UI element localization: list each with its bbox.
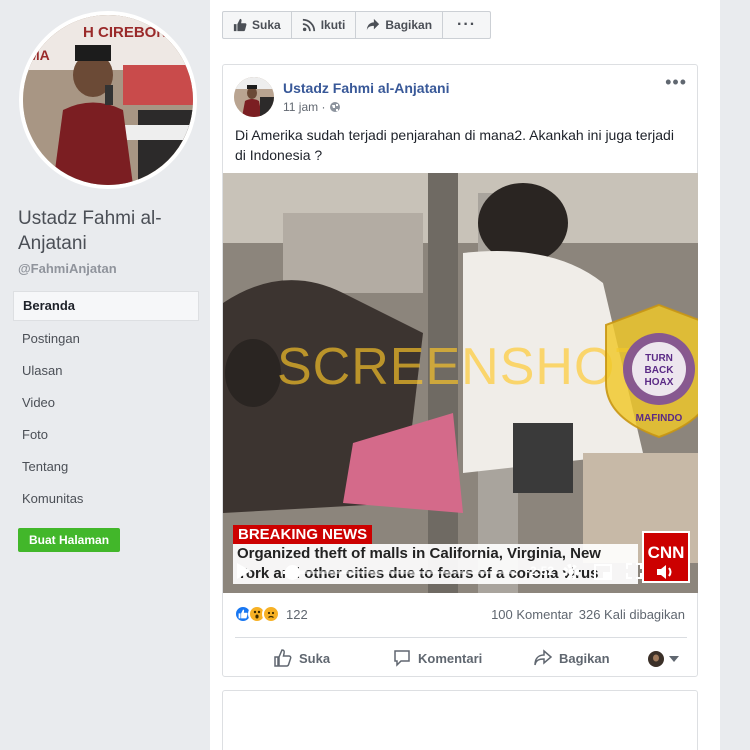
comment-bubble-icon [394,650,410,667]
page-follow-button[interactable]: Ikuti [292,12,357,38]
picture-in-picture-icon[interactable] [593,562,613,582]
post-card: Ustadz Fahmi al-Anjatani 11 jam · ••• Di… [222,64,698,677]
post-timestamp[interactable]: 11 jam · [283,100,325,114]
svg-text:MA: MA [28,47,50,63]
svg-text:BACK: BACK [645,365,675,376]
rss-icon [302,18,315,32]
caret-down-icon [669,656,679,662]
main-feed: Suka Ikuti Bagikan ··· Ustadz Fahmi al-A… [210,0,720,750]
nav-item-video[interactable]: Video [13,387,199,419]
page-like-button[interactable]: Suka [223,12,292,38]
page-avatar-icon [648,651,664,667]
post-video[interactable]: SCREENSHOT BY TURN BACK HOAX MAFINDO BRE… [223,173,698,593]
audience-selector[interactable] [647,650,679,668]
post-text: Di Amerika sudah terjadi penjarahan di m… [235,127,674,163]
post-author-name[interactable]: Ustadz Fahmi al-Anjatani [283,80,449,96]
video-scrubber-handle[interactable] [285,565,301,580]
nav-item-ulasan[interactable]: Ulasan [13,355,199,387]
post-author-avatar[interactable] [234,77,274,117]
nav-item-foto[interactable]: Foto [13,419,199,451]
svg-text:TURN: TURN [645,353,673,364]
fullscreen-icon[interactable] [625,562,643,580]
page-like-label: Suka [252,18,281,32]
reaction-summary[interactable]: 122 [234,605,308,623]
reaction-count: 122 [286,606,308,622]
globe-icon [330,102,341,112]
nav-item-tentang[interactable]: Tentang [13,451,199,483]
post-like-label: Suka [299,650,331,666]
svg-text:MAFINDO: MAFINDO [636,413,683,424]
comment-count[interactable]: 100 Komentar [491,607,573,622]
post-share-label: Bagikan [559,650,610,666]
page-handle[interactable]: @FahmiAnjatan [18,261,117,276]
share-count[interactable]: 326 Kali dibagikan [579,607,685,622]
post-meta: 11 jam · [283,100,341,114]
thumbs-up-outline-icon [274,649,292,667]
page-follow-label: Ikuti [320,18,346,32]
more-icon: ··· [457,16,477,33]
post-options-icon[interactable]: ••• [665,73,687,91]
nav-item-postingan[interactable]: Postingan [13,323,199,355]
page-nav: Beranda Postingan Ulasan Video Foto Tent… [13,291,199,515]
profile-picture[interactable]: H CIREBON MA [19,11,197,189]
page-sidebar: H CIREBON MA Ustadz Fahmi al-Anjatani @F… [0,0,210,750]
turnbackhoax-badge: TURN BACK HOAX MAFINDO [605,303,698,439]
create-page-button[interactable]: Buat Halaman [18,528,121,552]
nav-item-beranda[interactable]: Beranda [13,291,199,321]
page-gutter [720,0,750,750]
post-comment-label: Komentari [418,650,483,666]
profile-photo: H CIREBON MA [23,15,193,185]
post-comment-button[interactable]: Komentari [392,648,482,668]
page-more-button[interactable]: ··· [443,12,490,38]
post-like-button[interactable]: Suka [273,648,330,668]
sad-reaction-icon [262,605,280,623]
video-time-remaining: -2:52 [526,564,555,578]
svg-text:HOAX: HOAX [645,377,674,388]
video-progress-bar[interactable] [283,571,515,574]
avatar-photo [234,77,274,117]
next-post-card [222,690,698,750]
page-name[interactable]: Ustadz Fahmi al-Anjatani [18,206,203,256]
play-icon[interactable] [236,562,252,580]
volume-icon[interactable] [655,562,675,582]
post-action-row: Suka Komentari Bagikan [235,637,687,677]
post-share-button[interactable]: Bagikan [533,648,610,668]
video-controls: -2:52 [223,554,698,590]
page-share-button[interactable]: Bagikan [356,12,444,38]
post-stats: 100 Komentar 326 Kali dibagikan [491,607,685,622]
banner-text: H CIREBON [83,24,167,41]
breaking-news-label: BREAKING NEWS [233,525,373,544]
page-action-bar: Suka Ikuti Bagikan ··· [222,11,492,39]
nav-item-komunitas[interactable]: Komunitas [13,483,199,515]
settings-gear-icon[interactable] [561,562,581,582]
page-share-label: Bagikan [385,18,433,32]
share-arrow-icon [367,18,380,31]
share-arrow-outline-icon [534,649,553,666]
thumbs-up-icon [233,18,247,32]
